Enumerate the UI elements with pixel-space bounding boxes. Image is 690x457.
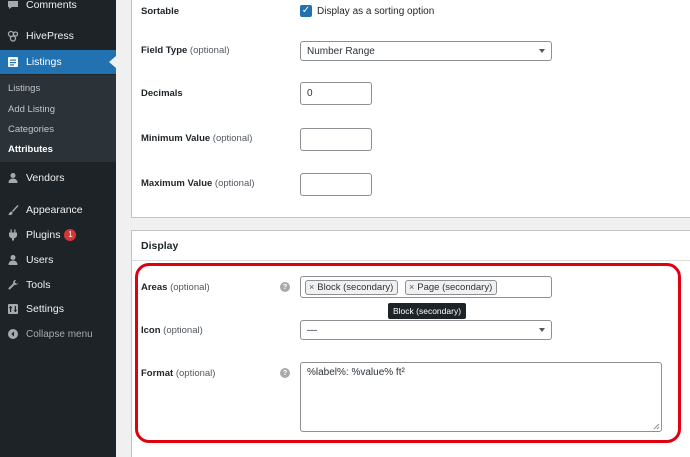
sidebar-item-label: Users	[26, 254, 54, 266]
sidebar-item-listings[interactable]: Listings	[0, 50, 116, 74]
help-icon[interactable]: ?	[280, 368, 290, 378]
areas-tag-page[interactable]: × Page (secondary)	[405, 280, 498, 295]
collapse-menu-button[interactable]: Collapse menu	[0, 322, 116, 346]
hivepress-icon	[6, 30, 19, 43]
submenu-item-categories[interactable]: Categories	[8, 124, 54, 135]
tag-tooltip: Block (secondary)	[388, 303, 467, 319]
sidebar-item-label: Plugins	[26, 229, 61, 241]
sidebar-item-plugins[interactable]: Plugins 1	[0, 223, 116, 247]
minimum-value-input[interactable]	[300, 128, 372, 151]
listings-icon	[6, 56, 19, 69]
help-icon[interactable]: ?	[280, 282, 290, 292]
attribute-settings-panel: Sortable ✓ Display as a sorting option F…	[131, 0, 690, 218]
submenu-item-listings[interactable]: Listings	[8, 83, 40, 94]
sidebar-item-hivepress[interactable]: HivePress	[0, 24, 116, 48]
sidebar-item-label: HivePress	[26, 30, 74, 42]
admin-sidebar: Comments HivePress Listings Listings Add…	[0, 0, 116, 457]
settings-icon	[6, 303, 19, 316]
display-settings-panel: Display Areas (optional) ? × Block (secon…	[131, 230, 690, 457]
sidebar-item-label: Appearance	[26, 204, 83, 216]
comment-icon	[6, 0, 19, 12]
decimals-input[interactable]: 0	[300, 82, 372, 105]
maximum-value-label: Maximum Value (optional)	[141, 178, 255, 189]
sidebar-item-tools[interactable]: Tools	[0, 273, 116, 297]
main-content: Sortable ✓ Display as a sorting option F…	[116, 0, 690, 457]
collapse-icon	[6, 328, 19, 341]
icon-label: Icon (optional)	[141, 325, 203, 336]
field-type-label: Field Type (optional)	[141, 45, 230, 56]
plugin-icon	[6, 229, 19, 242]
sidebar-item-comments[interactable]: Comments	[0, 0, 116, 17]
sidebar-item-settings[interactable]: Settings	[0, 297, 116, 321]
field-type-select[interactable]: Number Range	[300, 41, 552, 61]
sidebar-item-label: Collapse menu	[26, 328, 93, 340]
submenu-item-attributes[interactable]: Attributes	[8, 144, 53, 155]
remove-tag-icon[interactable]: ×	[309, 282, 314, 292]
field-type-value: Number Range	[307, 46, 375, 57]
sidebar-item-label: Vendors	[26, 172, 65, 184]
update-count-badge: 1	[64, 229, 77, 241]
format-label: Format (optional)	[141, 368, 216, 379]
user-icon	[6, 172, 19, 185]
sidebar-item-users[interactable]: Users	[0, 248, 116, 272]
areas-multiselect[interactable]: × Block (secondary) × Page (secondary)	[300, 276, 552, 298]
sidebar-item-label: Tools	[26, 279, 51, 291]
resize-handle-icon[interactable]	[653, 423, 660, 430]
sortable-checkbox[interactable]: ✓	[300, 5, 312, 17]
sidebar-item-label: Listings	[26, 56, 62, 68]
display-panel-title: Display	[141, 240, 179, 252]
format-textarea[interactable]: %label%: %value% ft²	[300, 362, 662, 432]
sortable-label: Sortable	[141, 6, 180, 17]
sidebar-item-label: Settings	[26, 303, 64, 315]
brush-icon	[6, 204, 19, 217]
display-panel-header: Display	[132, 231, 690, 261]
submenu-item-add-listing[interactable]: Add Listing	[8, 104, 55, 115]
sortable-checkbox-label: Display as a sorting option	[317, 6, 435, 17]
chevron-down-icon	[539, 328, 545, 332]
sidebar-submenu: Listings Add Listing Categories Attribut…	[0, 75, 116, 162]
users-icon	[6, 254, 19, 267]
decimals-label: Decimals	[141, 88, 183, 99]
icon-select-value: —	[307, 325, 317, 336]
maximum-value-input[interactable]	[300, 173, 372, 196]
wrench-icon	[6, 279, 19, 292]
remove-tag-icon[interactable]: ×	[409, 282, 414, 292]
minimum-value-label: Minimum Value (optional)	[141, 133, 253, 144]
areas-tag-block[interactable]: × Block (secondary)	[305, 280, 399, 295]
icon-select[interactable]: —	[300, 320, 552, 340]
chevron-down-icon	[539, 49, 545, 53]
sidebar-item-vendors[interactable]: Vendors	[0, 166, 116, 190]
areas-label: Areas (optional)	[141, 282, 210, 293]
sidebar-item-label: Comments	[26, 0, 77, 11]
sidebar-item-appearance[interactable]: Appearance	[0, 198, 116, 222]
